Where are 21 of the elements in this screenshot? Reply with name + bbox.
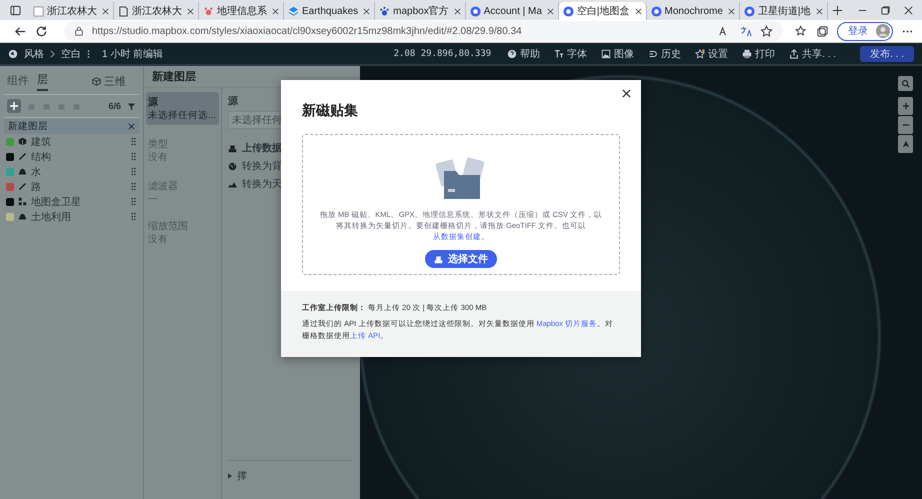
layer-count: 6/6	[108, 101, 121, 111]
section-label: 类型	[148, 138, 169, 151]
dialog-title: 新磁贴集	[302, 102, 358, 120]
section-value: 没有	[148, 233, 169, 246]
panel-title: 新建图层	[152, 70, 196, 84]
last-edited-text: 1 小时 前编辑	[102, 48, 164, 60]
map-coordinates: 2.08 29.896,80.339	[394, 48, 492, 58]
source-label: 源	[228, 94, 239, 108]
section-label: 缩放范围	[148, 220, 189, 233]
layer-name: 土地利用	[31, 210, 71, 224]
layer-name: 建筑	[31, 136, 51, 148]
layer-name: 结构	[31, 150, 51, 164]
section-value: 未选择任何选...	[148, 109, 217, 122]
layer-name: 地图盒卫星	[31, 196, 81, 208]
section-label: 源	[148, 96, 159, 109]
section-value: —	[148, 193, 158, 204]
layer-name: 水	[31, 166, 41, 178]
url-text: https://studio.mapbox.com/styles/xiaoxiaocat/cl90xsey6002r15mz98mk3jhn/edit/#2.08/29.9/80.34	[92, 26, 522, 36]
layer-name: 路	[31, 180, 41, 194]
section-label: 滤波器	[148, 180, 179, 193]
section-value: 没有	[148, 151, 169, 164]
